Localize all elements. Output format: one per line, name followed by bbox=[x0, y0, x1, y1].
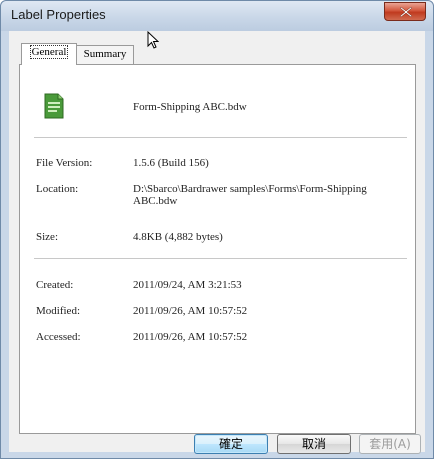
location-value: D:\Sbarco\Bardrawer samples\Forms\Form-S… bbox=[133, 183, 403, 207]
bartender-document-icon bbox=[44, 93, 64, 119]
file-version-label: File Version: bbox=[36, 157, 93, 169]
separator bbox=[34, 137, 407, 138]
ok-button[interactable]: 確定 bbox=[194, 434, 268, 454]
tab-general[interactable]: General bbox=[21, 43, 77, 65]
size-label: Size: bbox=[36, 231, 58, 243]
location-line-1: D:\Sbarco\Bardrawer samples\Forms\Form-S… bbox=[133, 183, 367, 195]
title-bar[interactable]: Label Properties bbox=[1, 1, 433, 31]
close-button[interactable] bbox=[384, 2, 426, 21]
created-value: 2011/09/24, AM 3:21:53 bbox=[133, 279, 242, 291]
tab-summary[interactable]: Summary bbox=[76, 45, 134, 64]
mouse-pointer-icon bbox=[147, 31, 159, 49]
dialog-client: General Summary Form-Shipping ABC.bdw Fi… bbox=[9, 31, 425, 454]
file-version-value: 1.5.6 (Build 156) bbox=[133, 157, 209, 169]
general-panel: Form-Shipping ABC.bdw File Version: 1.5.… bbox=[19, 64, 416, 434]
location-line-2: ABC.bdw bbox=[133, 195, 178, 207]
apply-button[interactable]: 套用(A) bbox=[359, 434, 421, 454]
window-title: Label Properties bbox=[11, 7, 106, 22]
modified-value: 2011/09/26, AM 10:57:52 bbox=[133, 305, 248, 317]
cancel-button[interactable]: 取消 bbox=[277, 434, 351, 454]
close-icon bbox=[400, 7, 412, 17]
separator bbox=[34, 258, 407, 259]
accessed-value: 2011/09/26, AM 10:57:52 bbox=[133, 331, 248, 343]
accessed-label: Accessed: bbox=[36, 331, 81, 343]
size-value: 4.8KB (4,882 bytes) bbox=[133, 231, 223, 243]
properties-window: Label Properties General Summary Form-Sh… bbox=[0, 0, 434, 459]
modified-label: Modified: bbox=[36, 305, 80, 317]
tab-summary-label: Summary bbox=[83, 48, 127, 60]
file-name: Form-Shipping ABC.bdw bbox=[133, 101, 247, 113]
created-label: Created: bbox=[36, 279, 74, 291]
location-label: Location: bbox=[36, 183, 79, 195]
tab-general-label: General bbox=[29, 45, 69, 59]
